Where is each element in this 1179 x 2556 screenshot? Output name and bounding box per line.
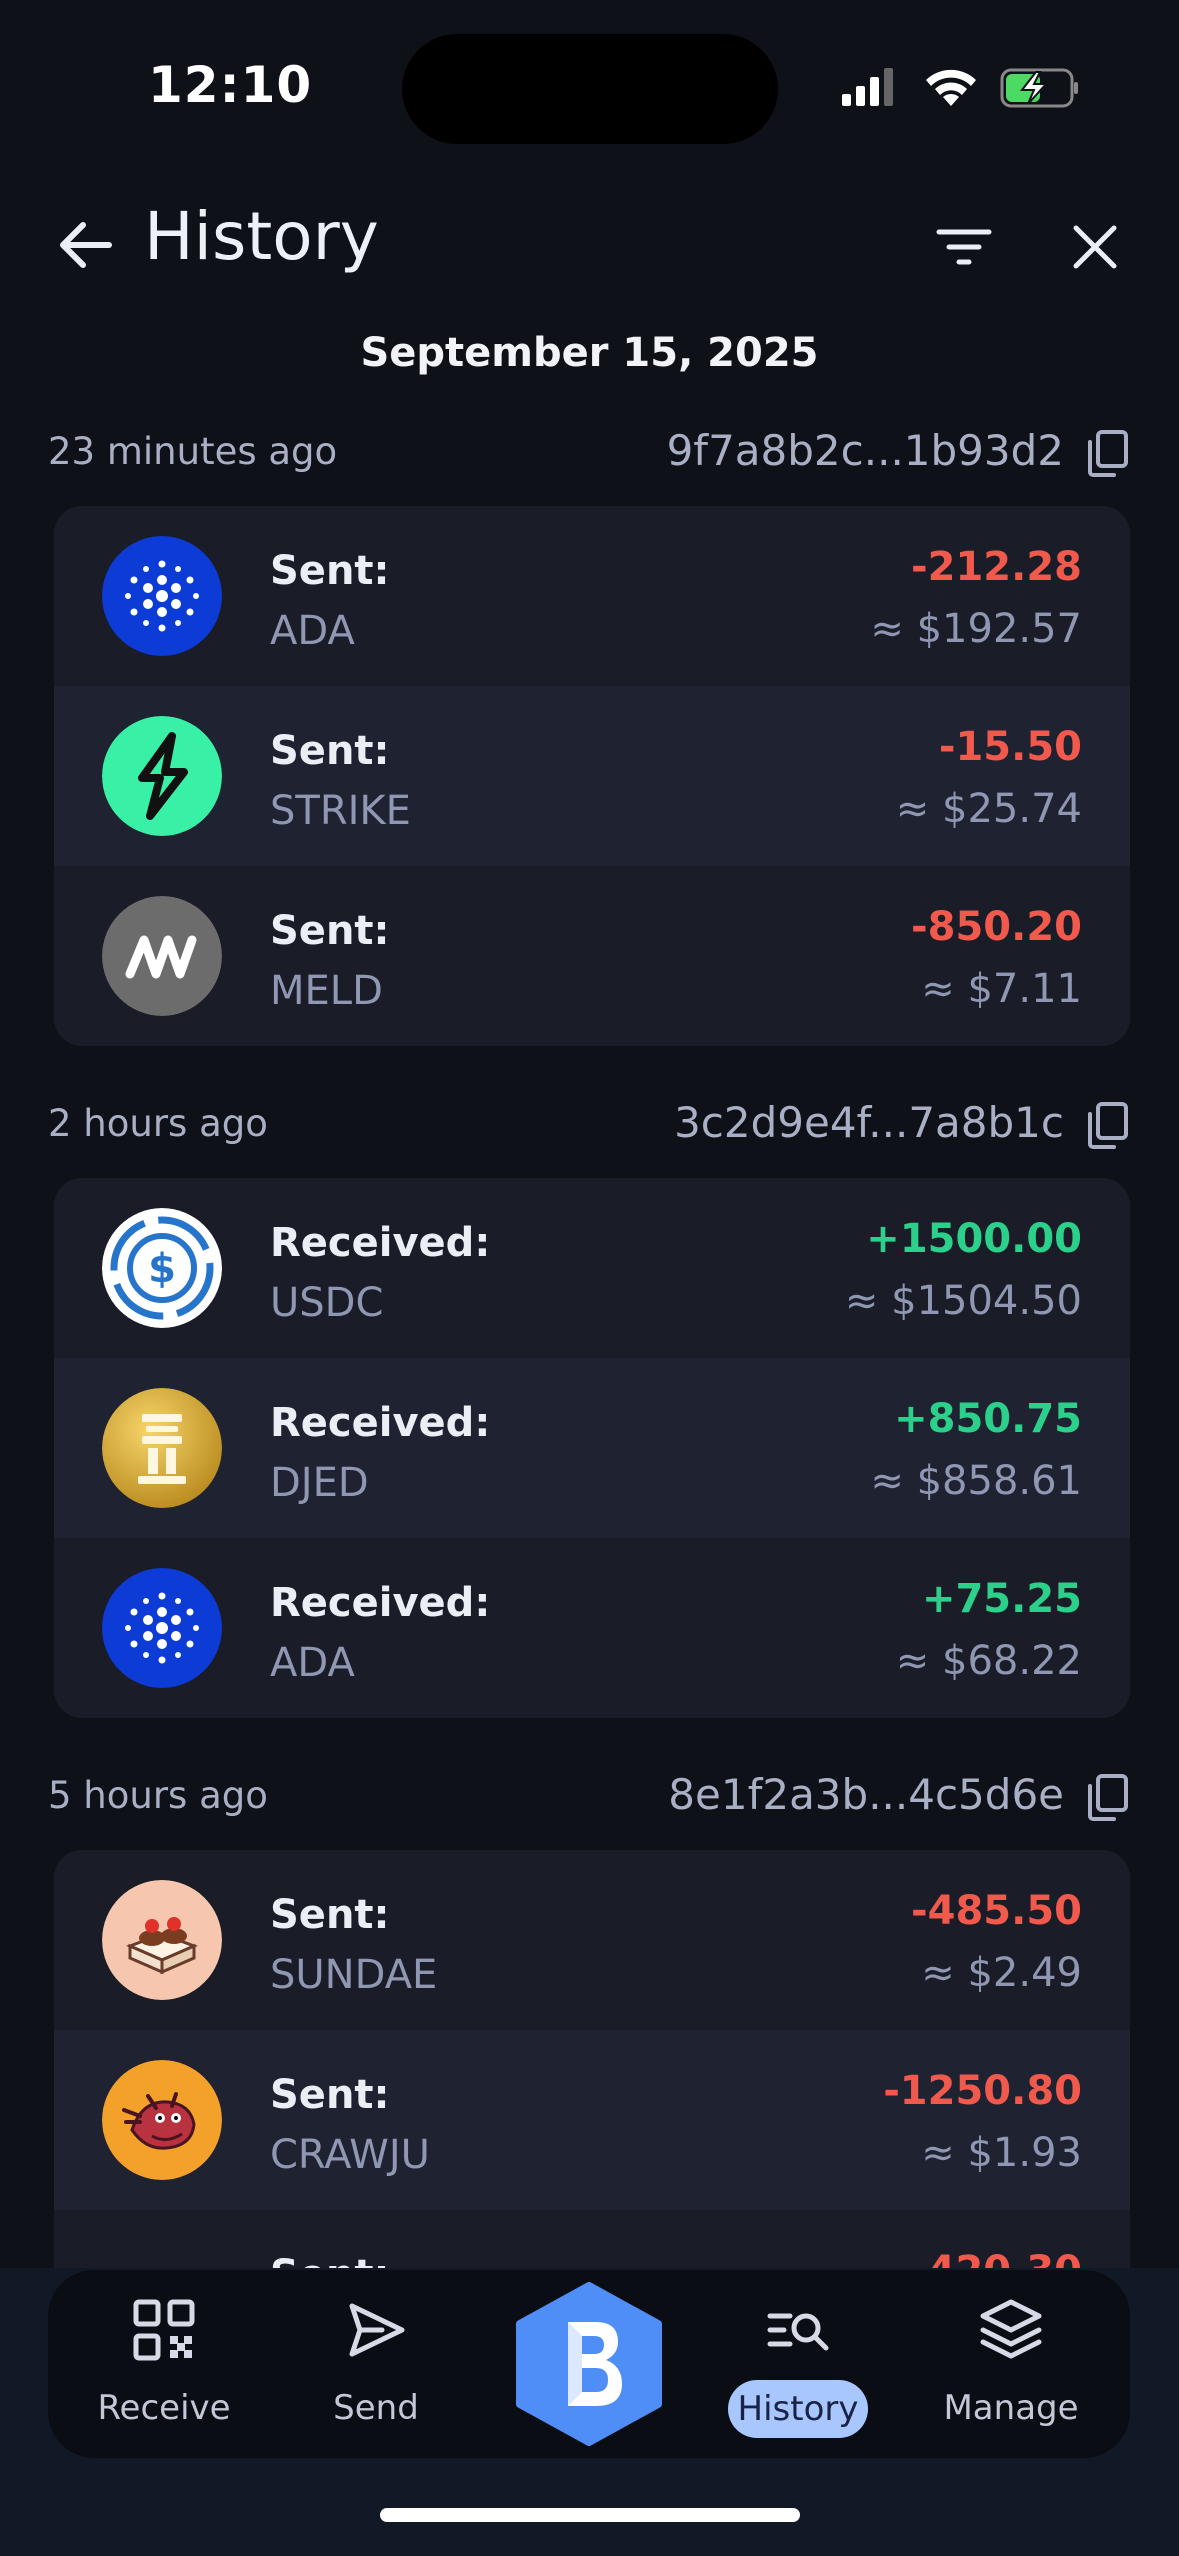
transaction-row[interactable]: Sent: STRIKE -15.50 ≈ $25.74 (54, 686, 1130, 866)
tx-type: Sent: (270, 548, 390, 594)
group-time: 23 minutes ago (48, 430, 338, 473)
copy-icon[interactable] (1084, 1100, 1130, 1150)
transaction-row[interactable]: Sent: ADA -212.28 ≈ $192.57 (54, 506, 1130, 686)
transaction-card: Sent: ADA -212.28 ≈ $192.57 Sent: STRIKE… (54, 506, 1130, 1046)
crawju-icon (102, 2060, 222, 2180)
home-indicator (380, 2508, 800, 2522)
page-title: History (144, 198, 379, 275)
tx-usd-value: ≈ $1.93 (921, 2130, 1082, 2176)
copy-icon[interactable] (1084, 428, 1130, 478)
nav-history[interactable]: History (698, 2296, 898, 2438)
tx-ticker: DJED (270, 1460, 369, 1506)
wifi-icon (926, 69, 976, 106)
layers-icon (980, 2299, 1042, 2359)
tx-ticker: SUNDAE (270, 1952, 438, 1998)
tx-amount: +850.75 (894, 1396, 1082, 1442)
nav-send[interactable]: Send (276, 2296, 476, 2436)
transaction-card: $ Received: USDC +1500.00 ≈ $1504.50 Rec… (54, 1178, 1130, 1718)
transaction-row[interactable]: Sent: CRAWJU -1250.80 ≈ $1.93 (54, 2030, 1130, 2210)
tx-hash: 3c2d9e4f...7a8b1c (674, 1098, 1064, 1147)
dynamic-island (402, 34, 778, 144)
header: History (0, 190, 1179, 290)
tx-type: Received: (270, 1400, 491, 1446)
tx-type: Sent: (270, 908, 390, 954)
nav-receive[interactable]: Receive (64, 2296, 264, 2436)
transaction-row[interactable]: Sent: -420.30 (54, 2210, 1130, 2268)
tx-hash: 8e1f2a3b...4c5d6e (668, 1770, 1064, 1819)
tx-type: Received: (270, 1580, 491, 1626)
ada-icon (102, 1568, 222, 1688)
tx-ticker: MELD (270, 968, 383, 1014)
tx-type: Received: (270, 1220, 491, 1266)
strike-icon (102, 716, 222, 836)
tx-usd-value: ≈ $192.57 (870, 606, 1082, 652)
nav-history-active-pill: History (728, 2380, 868, 2438)
back-button[interactable] (50, 210, 120, 280)
date-heading: September 15, 2025 (360, 330, 819, 376)
qr-code-icon (133, 2299, 195, 2361)
sundae-icon (102, 1880, 222, 2000)
ada-icon (102, 536, 222, 656)
filter-icon (936, 229, 992, 265)
djed-icon (102, 1388, 222, 1508)
tx-amount: +75.25 (921, 1576, 1082, 1622)
filter-button[interactable] (924, 212, 1004, 282)
tx-amount: -850.20 (911, 904, 1082, 950)
status-bar: 12:10 (0, 0, 1179, 170)
group-header: 2 hours ago 3c2d9e4f...7a8b1c (48, 1094, 1130, 1154)
tx-type: Sent: (270, 2072, 390, 2118)
send-icon (349, 2303, 405, 2357)
nav-manage-label: Manage (943, 2388, 1079, 2428)
nav-manage[interactable]: Manage (911, 2296, 1111, 2436)
arrow-left-icon (60, 222, 112, 268)
tx-usd-value: ≈ $68.22 (895, 1638, 1082, 1684)
nav-receive-label: Receive (97, 2388, 231, 2428)
tx-type: Sent: (270, 728, 390, 774)
transaction-row[interactable]: Received: ADA +75.25 ≈ $68.22 (54, 1538, 1130, 1718)
tx-ticker: STRIKE (270, 788, 411, 834)
tx-hash: 9f7a8b2c...1b93d2 (666, 426, 1064, 475)
tx-amount: -15.50 (938, 724, 1082, 770)
tx-amount: -212.28 (911, 544, 1082, 590)
tx-amount: -1250.80 (883, 2068, 1082, 2114)
tx-ticker: ADA (270, 608, 355, 654)
svg-text:$: $ (148, 1246, 176, 1292)
status-time: 12:10 (148, 56, 313, 114)
group-time: 2 hours ago (48, 1102, 268, 1145)
transaction-row[interactable]: Sent: MELD -850.20 ≈ $7.11 (54, 866, 1130, 1046)
battery-icon (1000, 68, 1078, 108)
history-search-icon (767, 2313, 829, 2351)
transaction-row[interactable]: Received: DJED +850.75 ≈ $858.61 (54, 1358, 1130, 1538)
tx-type: Sent: (270, 2252, 390, 2268)
tx-usd-value: ≈ $25.74 (895, 786, 1082, 832)
group-header: 5 hours ago 8e1f2a3b...4c5d6e (48, 1766, 1130, 1826)
signal-icon (842, 68, 893, 106)
group-header: 23 minutes ago 9f7a8b2c...1b93d2 (48, 422, 1130, 482)
tx-amount: -420.30 (911, 2248, 1082, 2268)
bottom-nav: Receive Send History Manage (48, 2270, 1130, 2458)
nav-history-label: History (737, 2389, 859, 2429)
meld-icon (102, 896, 222, 1016)
tx-amount: +1500.00 (866, 1216, 1082, 1262)
tx-usd-value: ≈ $7.11 (921, 966, 1082, 1012)
transaction-card: Sent: SUNDAE -485.50 ≈ $2.49 Sent: CRAWJ… (54, 1850, 1130, 2268)
tx-ticker: CRAWJU (270, 2132, 430, 2178)
group-time: 5 hours ago (48, 1774, 268, 1817)
copy-icon[interactable] (1084, 1772, 1130, 1822)
tx-ticker: USDC (270, 1280, 384, 1326)
usdc-icon: $ (102, 1208, 222, 1328)
tx-ticker: ADA (270, 1640, 355, 1686)
close-button[interactable] (1060, 212, 1130, 282)
tx-usd-value: ≈ $2.49 (921, 1950, 1082, 1996)
tx-usd-value: ≈ $858.61 (870, 1458, 1082, 1504)
close-icon (1073, 225, 1117, 269)
tx-type: Sent: (270, 1892, 390, 1938)
status-icons (842, 68, 1078, 108)
transaction-row[interactable]: $ Received: USDC +1500.00 ≈ $1504.50 (54, 1178, 1130, 1358)
nav-send-label: Send (333, 2388, 419, 2428)
tx-usd-value: ≈ $1504.50 (844, 1278, 1082, 1324)
tx-amount: -485.50 (911, 1888, 1082, 1934)
transaction-row[interactable]: Sent: SUNDAE -485.50 ≈ $2.49 (54, 1850, 1130, 2030)
app-logo-button[interactable] (512, 2282, 666, 2446)
